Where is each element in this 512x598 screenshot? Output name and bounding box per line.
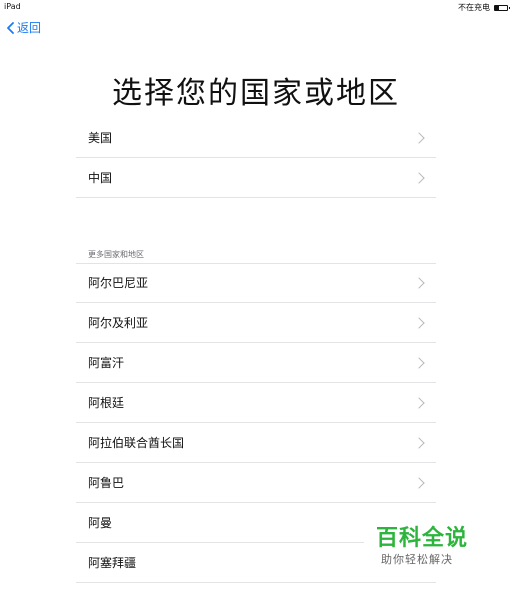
chevron-right-icon <box>413 171 425 184</box>
chevron-right-icon <box>413 396 425 409</box>
chevron-right-icon <box>413 356 425 369</box>
country-row[interactable]: 阿富汗 <box>76 343 436 383</box>
device-name: iPad <box>4 2 21 11</box>
country-label: 阿拉伯联合酋长国 <box>88 436 185 450</box>
watermark-subtitle: 助你轻松解决 <box>381 553 453 566</box>
country-label: 阿富汗 <box>88 356 125 370</box>
status-bar: iPad 不在充电 <box>0 0 512 14</box>
country-label: 美国 <box>88 131 113 145</box>
chevron-right-icon <box>413 131 425 144</box>
country-label: 阿尔及利亚 <box>88 316 149 330</box>
country-row[interactable]: 阿尔巴尼亚 <box>76 263 436 303</box>
country-row[interactable]: 阿拉伯联合酋长国 <box>76 423 436 463</box>
country-label: 阿根廷 <box>88 396 125 410</box>
section-header: 更多国家和地区 <box>88 250 144 259</box>
top-country-list: 美国 中国 <box>76 118 436 198</box>
country-label: 阿鲁巴 <box>88 476 125 490</box>
chevron-right-icon <box>413 436 425 449</box>
country-label: 阿尔巴尼亚 <box>88 276 149 290</box>
battery-level <box>495 5 499 10</box>
back-label: 返回 <box>17 21 42 35</box>
country-label: 中国 <box>88 171 113 185</box>
country-row[interactable]: 中国 <box>76 158 436 198</box>
country-label: 阿曼 <box>88 516 113 530</box>
status-right: 不在充电 <box>458 2 510 13</box>
battery-icon <box>494 4 510 11</box>
country-row[interactable]: 阿鲁巴 <box>76 463 436 503</box>
charging-status: 不在充电 <box>458 3 490 12</box>
page-title: 选择您的国家或地区 <box>112 76 400 111</box>
chevron-right-icon <box>413 316 425 329</box>
country-label: 阿塞拜疆 <box>88 556 137 570</box>
chevron-right-icon <box>413 276 425 289</box>
country-row[interactable]: 美国 <box>76 118 436 158</box>
watermark-title: 百科全说 <box>376 526 469 551</box>
back-button[interactable]: 返回 <box>6 19 41 36</box>
country-row[interactable]: 阿根廷 <box>76 383 436 423</box>
country-row[interactable]: 阿尔及利亚 <box>76 303 436 343</box>
chevron-right-icon <box>413 476 425 489</box>
chevron-left-icon <box>7 21 14 34</box>
